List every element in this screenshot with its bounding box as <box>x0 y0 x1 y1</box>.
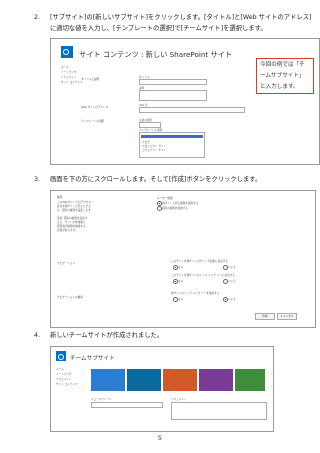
sharepoint-logo-icon <box>61 46 73 58</box>
step-text: 画面を下の方にスクロールします。そして[作成]ボタンをクリックします。 <box>50 176 262 183</box>
page-number: 5 <box>157 434 163 442</box>
permissions-help: 権限 このWebサイトでのアクセス 許可を親サイトと同じにする か、固有の権限を… <box>57 196 92 232</box>
step-2: 2. [サブサイト]の[新しいサブサイト]をクリックします。[タイトル]と[We… <box>34 12 314 34</box>
step-4: 4. 新しいチームサイトが作成されました。 <box>34 330 314 341</box>
tile-work-on-deadline[interactable] <box>127 369 161 391</box>
navigation-section-label: ナビゲーション <box>57 262 76 265</box>
create-button[interactable]: 作成 <box>255 313 275 320</box>
sharepoint-logo-icon <box>56 351 66 361</box>
url-input[interactable] <box>139 107 245 113</box>
step-text: [サブサイト]の[新しいサブサイト]をクリックします。[タイトル]と[Web サ… <box>50 14 312 32</box>
tile-add-lists[interactable] <box>163 369 197 391</box>
tile-share-site[interactable] <box>91 369 125 391</box>
navigation-inheritance-label: ナビゲーションの継承 <box>57 296 83 299</box>
address-section-label: Web サイトのアドレス <box>81 106 109 109</box>
title-section-label: タイトルと説明 <box>81 78 100 81</box>
cancel-button[interactable]: キャンセル <box>277 313 297 320</box>
step-text: 新しいチームサイトが作成されました。 <box>50 332 164 339</box>
step-number: 4. <box>34 332 41 339</box>
description-input[interactable] <box>139 90 207 101</box>
screenshot-create-options: 権限 このWebサイトでのアクセス 許可を親サイトと同じにする か、固有の権限を… <box>50 190 316 328</box>
callout-note: 今回の例では「チームサブサイト」と入力します。 <box>256 58 314 94</box>
page-title: サイト コンテンツ : 新しい SharePoint サイト <box>79 50 233 59</box>
step-number: 2. <box>34 14 41 21</box>
title-input[interactable] <box>139 79 207 85</box>
left-nav: ホーム ノートブック ドキュメント サイト コンテンツ <box>56 368 78 386</box>
template-option-team-site[interactable] <box>141 135 203 138</box>
step-number: 3. <box>34 176 41 183</box>
template-list[interactable]: ブログ プロジェクト サイト コミュニティ サイト <box>139 132 205 158</box>
screenshot-new-team-site: チームサブサイト ホーム ノートブック ドキュメント サイト コンテンツ ニュー… <box>50 346 274 432</box>
step-3: 3. 画面を下の方にスクロールします。そして[作成]ボタンをクリックします。 <box>34 174 314 185</box>
language-select[interactable] <box>139 122 161 128</box>
template-section-label: テンプレートの選択 <box>81 120 105 123</box>
tile-site-look[interactable] <box>199 369 233 391</box>
site-title: チームサブサイト <box>70 356 115 362</box>
tile-your-site[interactable] <box>235 369 265 391</box>
